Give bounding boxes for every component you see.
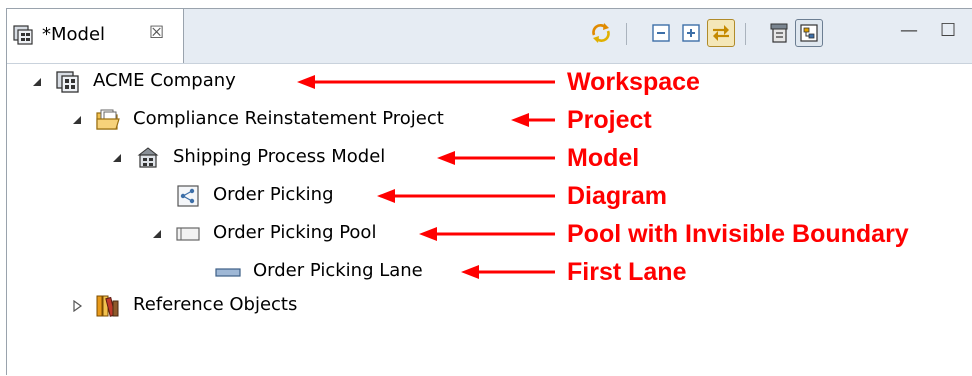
toolbar-separator: [626, 23, 627, 45]
tab-title: *Model: [42, 24, 106, 45]
annotation-model: Model: [567, 144, 640, 172]
tab-model[interactable]: *Model ☒: [7, 9, 184, 63]
annotation-project: Project: [567, 106, 652, 134]
model-view: *Model ☒ — ☐ ACME Company Compliance Rei…: [6, 8, 972, 375]
annotation-workspace: Workspace: [567, 68, 700, 96]
collapse-all-icon: [652, 24, 670, 42]
expand-all-button[interactable]: [677, 19, 705, 47]
collapse-all-button[interactable]: [647, 19, 675, 47]
annotation-diagram: Diagram: [567, 182, 668, 210]
link-with-editor-button[interactable]: [707, 19, 735, 47]
arrow-project-head: [511, 113, 529, 127]
annotation-lane: First Lane: [567, 258, 687, 286]
sync-icon: [592, 23, 610, 43]
model-view-icon: [13, 25, 33, 45]
close-icon[interactable]: ☒: [149, 23, 164, 43]
arrow-model-head: [437, 151, 455, 165]
maximize-icon[interactable]: ☐: [940, 20, 956, 41]
filter-button[interactable]: [765, 19, 793, 47]
tree-layout-button[interactable]: [795, 19, 823, 47]
arrow-workspace-head: [297, 75, 315, 89]
arrow-pool-head: [419, 227, 437, 241]
link-with-editor-icon: [713, 25, 729, 41]
toolbar-separator: [745, 23, 746, 45]
minimize-icon[interactable]: —: [900, 20, 918, 41]
filter-icon: [770, 23, 788, 43]
view-tabbar: *Model ☒ — ☐: [7, 9, 972, 64]
expand-all-icon: [682, 24, 700, 42]
sync-button[interactable]: [587, 19, 615, 47]
model-tree: ACME Company Compliance Reinstatement Pr…: [7, 63, 972, 376]
tree-layout-icon: [800, 24, 818, 42]
arrow-diagram-head: [377, 189, 395, 203]
arrow-lane-head: [461, 265, 479, 279]
annotation-pool: Pool with Invisible Boundary: [567, 220, 909, 248]
